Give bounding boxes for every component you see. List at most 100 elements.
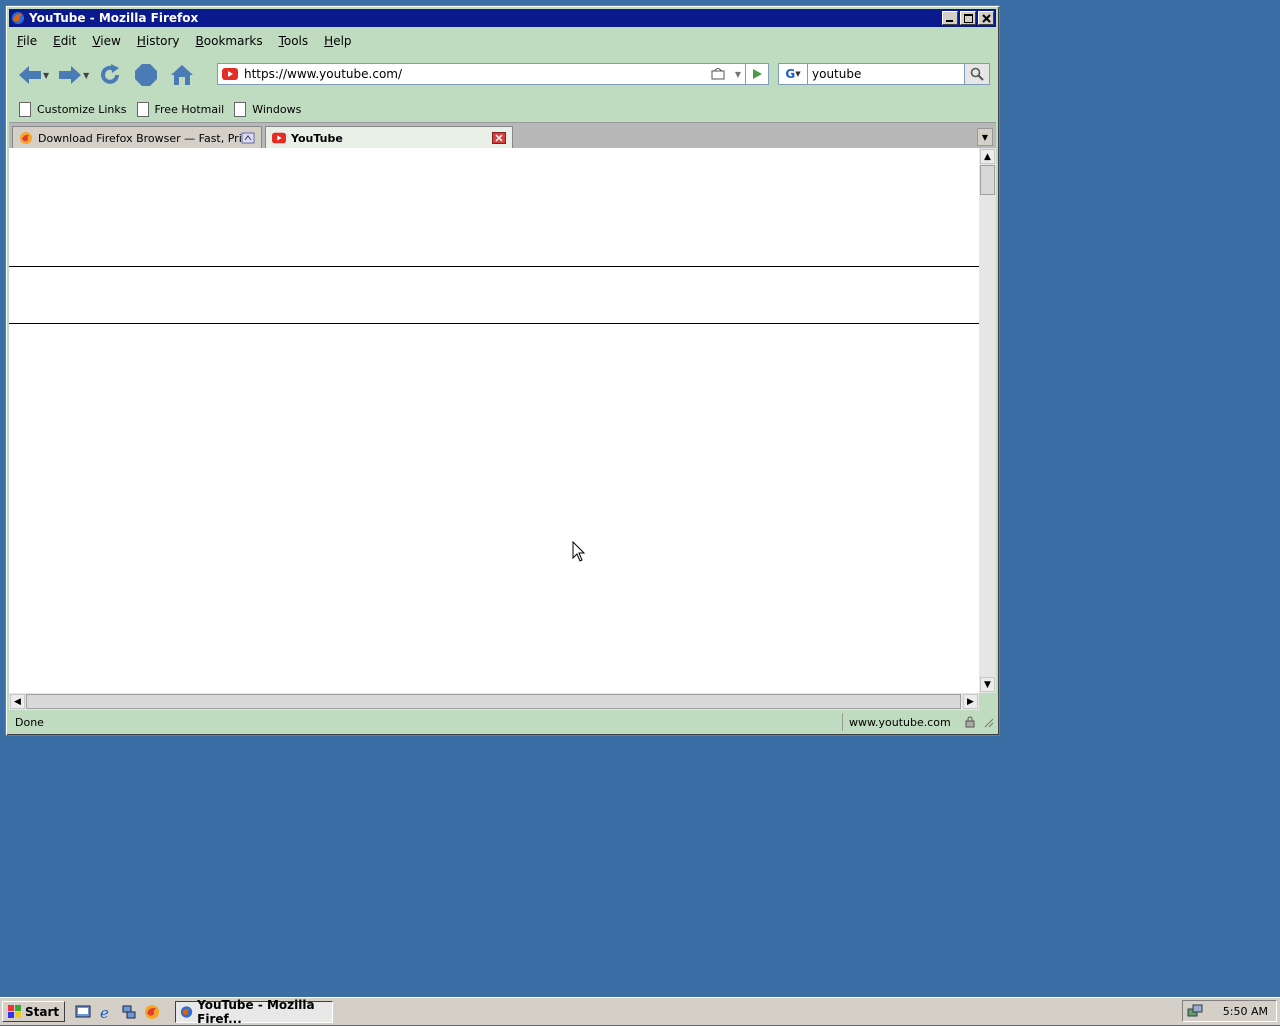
bookmark-label: Customize Links	[37, 102, 127, 116]
menu-bookmarks-rest: ookmarks	[203, 34, 263, 48]
minimize-button[interactable]	[942, 11, 958, 25]
content-divider	[9, 266, 979, 267]
search-bar[interactable]: G ▼ youtube	[778, 63, 990, 85]
menu-bookmarks-accel: B	[195, 34, 204, 48]
bookmark-customize-links[interactable]: Customize Links	[19, 101, 127, 117]
bookmarks-toolbar: Customize Links Free Hotmail Windows	[9, 98, 996, 120]
rss-feed-icon[interactable]	[711, 68, 725, 80]
tab-firefox-download[interactable]: Download Firefox Browser — Fast, Pri...	[12, 126, 262, 149]
forward-history-dropdown[interactable]: ▼	[83, 71, 89, 80]
back-arrow-icon	[19, 66, 41, 84]
menu-help[interactable]: Help	[316, 34, 359, 48]
menu-file[interactable]: File	[9, 34, 45, 48]
menu-history-accel: H	[136, 34, 146, 48]
maximize-icon	[963, 13, 973, 23]
system-tray: 5:50 AM	[1182, 1000, 1277, 1022]
content-divider	[9, 323, 979, 324]
status-bar: Done www.youtube.com	[9, 712, 996, 732]
navigation-toolbar: ▼ ▼ https://www.youtube.com/ ▼ G ▼ youtu…	[9, 56, 996, 94]
arrow-up-icon: ▲	[984, 151, 991, 162]
tab-close-button[interactable]	[492, 132, 506, 144]
menu-tools[interactable]: Tools	[271, 34, 317, 48]
show-desktop-icon[interactable]	[75, 1004, 91, 1020]
menu-history-rest: istory	[145, 34, 180, 48]
firefox-icon	[12, 12, 24, 24]
url-text[interactable]: https://www.youtube.com/	[244, 67, 711, 81]
go-button[interactable]	[745, 64, 768, 84]
menu-bookmarks[interactable]: Bookmarks	[188, 34, 271, 48]
arrow-right-icon: ▶	[967, 696, 974, 707]
internet-explorer-icon[interactable]: e	[98, 1004, 114, 1020]
mouse-cursor-icon	[572, 541, 586, 562]
start-label: Start	[25, 1004, 60, 1019]
start-button[interactable]: Start	[2, 1001, 66, 1022]
engine-dropdown-caret: ▼	[795, 70, 801, 78]
close-button[interactable]	[978, 11, 994, 25]
page-content[interactable]	[9, 148, 979, 693]
tab-list-button[interactable]: ▼	[977, 128, 993, 146]
horizontal-scrollbar[interactable]: ◀ ▶	[9, 693, 979, 710]
page-icon	[19, 101, 31, 117]
menu-edit-rest: dit	[60, 34, 77, 48]
menu-help-rest: elp	[333, 34, 352, 48]
vertical-scrollbar[interactable]: ▲ ▼	[979, 148, 996, 693]
bookmark-label: Free Hotmail	[154, 102, 225, 116]
menu-view-rest: iew	[100, 34, 121, 48]
reload-button[interactable]	[95, 60, 125, 90]
menu-edit[interactable]: Edit	[45, 34, 84, 48]
windows-logo-icon	[8, 1004, 21, 1018]
clock[interactable]: 5:50 AM	[1223, 1005, 1268, 1018]
bookmark-windows[interactable]: Windows	[234, 101, 301, 117]
tab-youtube[interactable]: YouTube	[265, 126, 513, 149]
youtube-favicon-icon	[272, 132, 286, 144]
quick-launch: e	[75, 1004, 167, 1020]
svg-text:e: e	[100, 1004, 109, 1020]
arrow-left-icon: ◀	[14, 696, 21, 707]
taskbar: Start e YouTube - Mozilla Firef... 5:50 …	[0, 997, 1280, 1026]
scroll-left-button[interactable]: ◀	[10, 694, 25, 709]
title-bar[interactable]: YouTube - Mozilla Firefox	[9, 9, 996, 27]
address-bar[interactable]: https://www.youtube.com/ ▼	[217, 63, 769, 85]
firefox-icon[interactable]	[144, 1004, 160, 1020]
taskbar-window-label: YouTube - Mozilla Firef...	[197, 997, 315, 1026]
home-button[interactable]	[167, 60, 197, 90]
stop-icon	[135, 64, 158, 86]
firefox-favicon-icon	[20, 132, 32, 144]
search-engine-selector[interactable]: G ▼	[779, 64, 808, 84]
back-button[interactable]	[15, 60, 45, 90]
menu-history[interactable]: History	[129, 34, 188, 48]
close-icon	[981, 13, 991, 23]
vertical-scroll-thumb[interactable]	[980, 165, 995, 195]
taskbar-firefox-window[interactable]: YouTube - Mozilla Firef...	[175, 997, 334, 1026]
bookmark-free-hotmail[interactable]: Free Hotmail	[136, 101, 225, 117]
network-icon[interactable]	[121, 1004, 137, 1020]
scroll-down-button[interactable]: ▼	[980, 677, 995, 692]
stop-button[interactable]	[131, 60, 161, 90]
scroll-up-button[interactable]: ▲	[980, 149, 995, 164]
window-title: YouTube - Mozilla Firefox	[29, 11, 199, 25]
horizontal-scroll-thumb[interactable]	[26, 694, 961, 709]
menu-file-rest: ile	[23, 34, 38, 48]
firefox-icon	[180, 1005, 193, 1018]
forward-button[interactable]	[55, 60, 85, 90]
url-history-dropdown[interactable]: ▼	[731, 70, 745, 79]
back-history-dropdown[interactable]: ▼	[43, 71, 49, 80]
chevron-down-icon: ▼	[981, 132, 989, 142]
menu-view[interactable]: View	[84, 34, 128, 48]
scroll-right-button[interactable]: ▶	[963, 694, 978, 709]
menu-bar: File Edit View History Bookmarks Tools H…	[9, 30, 996, 52]
home-icon	[171, 65, 194, 85]
resize-grip-icon[interactable]	[982, 716, 994, 728]
arrow-down-icon: ▼	[984, 679, 991, 690]
tab-audio-icon[interactable]	[241, 132, 255, 144]
status-domain: www.youtube.com	[849, 715, 951, 729]
search-button[interactable]	[964, 64, 989, 84]
search-input[interactable]: youtube	[808, 67, 964, 81]
menu-edit-accel: E	[53, 34, 61, 48]
reload-icon	[101, 64, 120, 84]
network-status-icon[interactable]	[1187, 1003, 1203, 1019]
maximize-button[interactable]	[960, 11, 976, 25]
google-icon: G	[785, 67, 796, 81]
lock-icon[interactable]	[964, 716, 976, 728]
page-icon	[136, 101, 149, 117]
